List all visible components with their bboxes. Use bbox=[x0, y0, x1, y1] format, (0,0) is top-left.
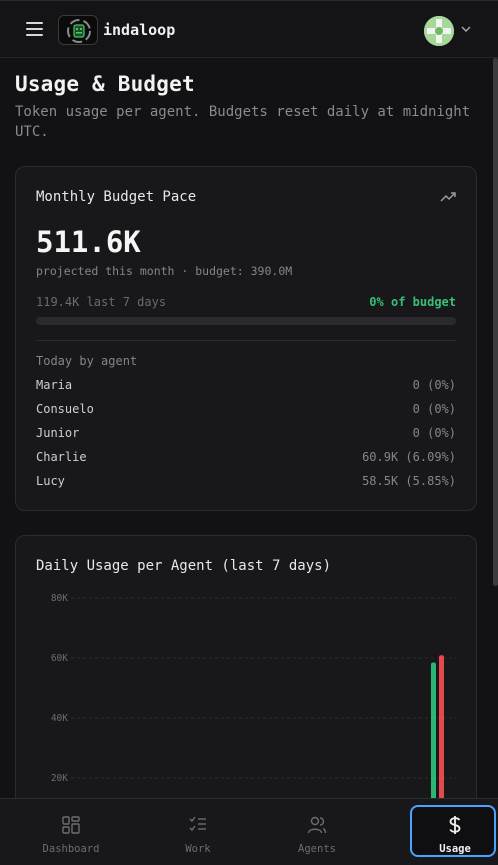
avatar[interactable] bbox=[424, 16, 454, 46]
users-icon bbox=[307, 816, 327, 834]
brand-name[interactable]: indaloop bbox=[103, 21, 175, 39]
usage-bar[interactable] bbox=[439, 655, 444, 798]
agent-usage: 0 (0%) bbox=[412, 426, 456, 440]
menu-icon[interactable] bbox=[26, 22, 43, 36]
daily-usage-chart: 80K60K40K20K0 bbox=[51, 593, 456, 799]
nav-label: Usage bbox=[439, 843, 471, 855]
agent-usage: 60.9K (6.09%) bbox=[362, 450, 456, 464]
percent-of-budget: 0% of budget bbox=[369, 295, 456, 309]
main-content[interactable]: Usage & Budget Token usage per agent. Bu… bbox=[0, 58, 498, 798]
agent-name: Maria bbox=[36, 378, 73, 392]
agent-row: Consuelo 0 (0%) bbox=[36, 402, 456, 420]
last-7-days-text: 119.4K last 7 days bbox=[36, 295, 167, 309]
chevron-down-icon[interactable] bbox=[461, 24, 471, 34]
y-tick-label: 60K bbox=[51, 653, 68, 664]
divider bbox=[36, 340, 456, 341]
agent-row: Charlie 60.9K (6.09%) bbox=[36, 450, 456, 468]
nav-usage[interactable]: Usage bbox=[410, 805, 496, 857]
projected-value: 511.6K bbox=[36, 225, 141, 259]
nav-label: Dashboard bbox=[42, 843, 100, 855]
agent-name: Junior bbox=[36, 426, 80, 440]
agent-row: Lucy 58.5K (5.85%) bbox=[36, 474, 456, 492]
nav-label: Agents bbox=[298, 843, 336, 855]
agent-usage: 0 (0%) bbox=[412, 402, 456, 416]
agent-row: Junior 0 (0%) bbox=[36, 426, 456, 444]
top-bar: indaloop bbox=[0, 0, 498, 58]
app-logo[interactable] bbox=[58, 15, 98, 45]
nav-label: Work bbox=[185, 843, 211, 855]
agent-name: Consuelo bbox=[36, 402, 94, 416]
budget-progress-bar bbox=[36, 317, 456, 325]
dashboard-icon bbox=[62, 816, 80, 834]
daily-usage-card: Daily Usage per Agent (last 7 days) 80K 6… bbox=[15, 535, 477, 798]
agent-usage: 58.5K (5.85%) bbox=[362, 474, 456, 488]
y-tick-label: 20K bbox=[51, 773, 68, 784]
nav-dashboard[interactable]: Dashboard bbox=[28, 805, 114, 857]
agent-usage: 0 (0%) bbox=[412, 378, 456, 392]
usage-card-title: Daily Usage per Agent (last 7 days) bbox=[36, 558, 332, 574]
agent-name: Charlie bbox=[36, 450, 87, 464]
nav-agents[interactable]: Agents bbox=[274, 805, 360, 857]
page-subtitle: Token usage per agent. Budgets reset dai… bbox=[15, 104, 471, 140]
usage-bar[interactable] bbox=[431, 662, 436, 799]
checklist-icon bbox=[189, 816, 206, 832]
monthly-budget-card: Monthly Budget Pace 511.6K projected thi… bbox=[15, 166, 477, 511]
page-title: Usage & Budget bbox=[15, 72, 195, 96]
nav-work[interactable]: Work bbox=[155, 805, 241, 857]
projected-caption: projected this month · budget: 390.0M bbox=[36, 264, 293, 278]
bottom-nav: Dashboard Work Agents Usage bbox=[0, 798, 498, 865]
y-tick-label: 80K bbox=[51, 593, 68, 604]
today-by-agent-label: Today by agent bbox=[36, 354, 138, 368]
budget-card-title: Monthly Budget Pace bbox=[36, 189, 197, 205]
agent-row: Maria 0 (0%) bbox=[36, 378, 456, 396]
trend-up-icon bbox=[440, 192, 456, 202]
agent-name: Lucy bbox=[36, 474, 65, 488]
dollar-icon bbox=[449, 816, 461, 834]
scrollbar[interactable] bbox=[493, 58, 498, 586]
y-tick-label: 40K bbox=[51, 713, 68, 724]
